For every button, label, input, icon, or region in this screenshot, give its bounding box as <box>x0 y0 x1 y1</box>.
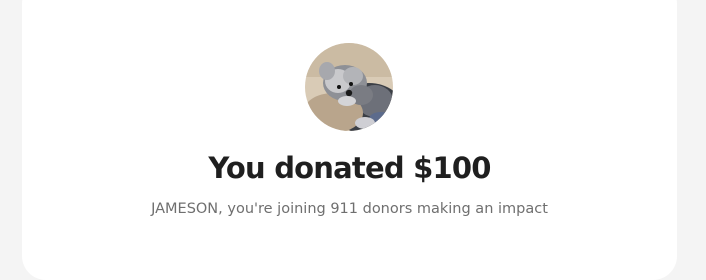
donation-confirmation-card: You donated $100 JAMESON, you're joining… <box>22 0 677 280</box>
donation-title: You donated $100 <box>208 151 491 185</box>
donor-avatar <box>305 43 393 131</box>
donation-message: JAMESON, you're joining 911 donors makin… <box>151 201 548 217</box>
dog-photo-icon <box>305 43 393 131</box>
